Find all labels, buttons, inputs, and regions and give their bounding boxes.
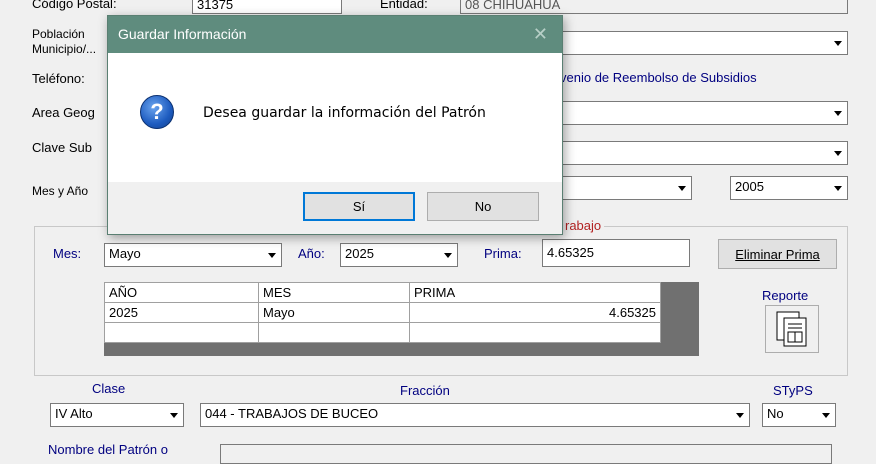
eliminar-prima-label: Eliminar Prima xyxy=(735,246,820,262)
guardar-dialog: Guardar Información ✕ ? Desea guardar la… xyxy=(107,15,563,235)
clave-label: Clave Sub xyxy=(32,140,92,155)
poblacion-label: Población xyxy=(32,27,85,41)
nombre-field xyxy=(220,444,832,464)
dialog-footer: Sí No xyxy=(108,182,562,234)
table-row[interactable]: 2025 Mayo 4.65325 xyxy=(104,302,661,323)
clave-combo[interactable]: JA xyxy=(540,141,848,165)
municipio-label: Municipio/... xyxy=(32,42,97,56)
stps-value: No xyxy=(767,406,784,421)
convenio-checkbox-label[interactable]: venio de Reembolso de Subsidios xyxy=(560,70,757,85)
chevron-down-icon[interactable] xyxy=(731,405,748,425)
table-header-row: AÑO MES PRIMA xyxy=(104,282,661,303)
entidad-field: 08 CHIHUAHUA xyxy=(460,0,848,14)
no-button[interactable]: No xyxy=(427,192,539,221)
column-header-anio[interactable]: AÑO xyxy=(104,282,259,303)
dialog-title: Guardar Información xyxy=(118,26,247,42)
mes-label: Mes: xyxy=(53,246,82,261)
prima-input[interactable]: 4.65325 xyxy=(542,239,690,267)
fraccion-combo[interactable]: 044 - TRABAJOS DE BUCEO xyxy=(200,403,750,427)
anio-value: 2005 xyxy=(735,179,764,194)
dialog-message: Desea guardar la información del Patrón xyxy=(203,105,486,121)
prima-anio-combo[interactable]: 2025 xyxy=(340,243,458,267)
chevron-down-icon[interactable] xyxy=(829,103,846,123)
area-label: Area Geog xyxy=(32,105,95,120)
mes-anio-label: Mes y Año xyxy=(32,184,89,198)
chevron-down-icon[interactable] xyxy=(263,245,280,265)
area-combo[interactable]: JA xyxy=(540,101,848,125)
fraccion-label: Fracción xyxy=(400,383,450,398)
prima-anio-value: 2025 xyxy=(345,246,374,261)
poblacion-combo[interactable] xyxy=(540,31,848,55)
chevron-down-icon[interactable] xyxy=(165,405,182,425)
prima-group-title: rabajo xyxy=(562,218,605,233)
prima-label: Prima: xyxy=(484,246,522,261)
prima-table: AÑO MES PRIMA 2025 Mayo 4.65325 xyxy=(104,282,661,343)
telefono-label: Teléfono: xyxy=(32,71,85,86)
prima-mes-value: Mayo xyxy=(109,246,141,261)
fraccion-value: 044 - TRABAJOS DE BUCEO xyxy=(205,406,379,421)
table-row-empty[interactable] xyxy=(104,322,661,343)
cell-anio: 2025 xyxy=(104,302,259,323)
column-header-prima[interactable]: PRIMA xyxy=(409,282,661,303)
cell-prima: 4.65325 xyxy=(409,302,661,323)
column-header-mes[interactable]: MES xyxy=(258,282,410,303)
clase-combo[interactable]: IV Alto xyxy=(50,403,184,427)
eliminar-prima-button[interactable]: Eliminar Prima xyxy=(718,239,837,269)
prima-anio-label: Año: xyxy=(298,246,325,261)
chevron-down-icon[interactable] xyxy=(829,178,846,198)
dialog-title-bar[interactable]: Guardar Información ✕ xyxy=(108,16,562,53)
chevron-down-icon[interactable] xyxy=(829,143,846,163)
close-icon[interactable]: ✕ xyxy=(533,24,548,45)
reporte-label: Reporte xyxy=(762,288,809,303)
report-icon xyxy=(776,311,807,347)
question-icon: ? xyxy=(140,95,174,129)
clase-label: Clase xyxy=(92,381,126,396)
postal-field[interactable]: 31375 xyxy=(192,0,342,14)
clase-value: IV Alto xyxy=(55,406,93,421)
chevron-down-icon[interactable] xyxy=(673,178,690,198)
chevron-down-icon[interactable] xyxy=(439,245,456,265)
reporte-button[interactable] xyxy=(765,305,819,353)
stps-combo[interactable]: No xyxy=(762,403,836,427)
cell-mes: Mayo xyxy=(258,302,410,323)
entidad-label: Entidad: xyxy=(380,0,428,11)
stps-label: STyPS xyxy=(773,383,813,398)
yes-button[interactable]: Sí xyxy=(303,192,415,221)
chevron-down-icon[interactable] xyxy=(829,33,846,53)
prima-mes-combo[interactable]: Mayo xyxy=(104,243,282,267)
anio-combo[interactable]: 2005 xyxy=(730,176,848,200)
chevron-down-icon[interactable] xyxy=(817,405,834,425)
postal-label: Código Postal: xyxy=(32,0,117,11)
